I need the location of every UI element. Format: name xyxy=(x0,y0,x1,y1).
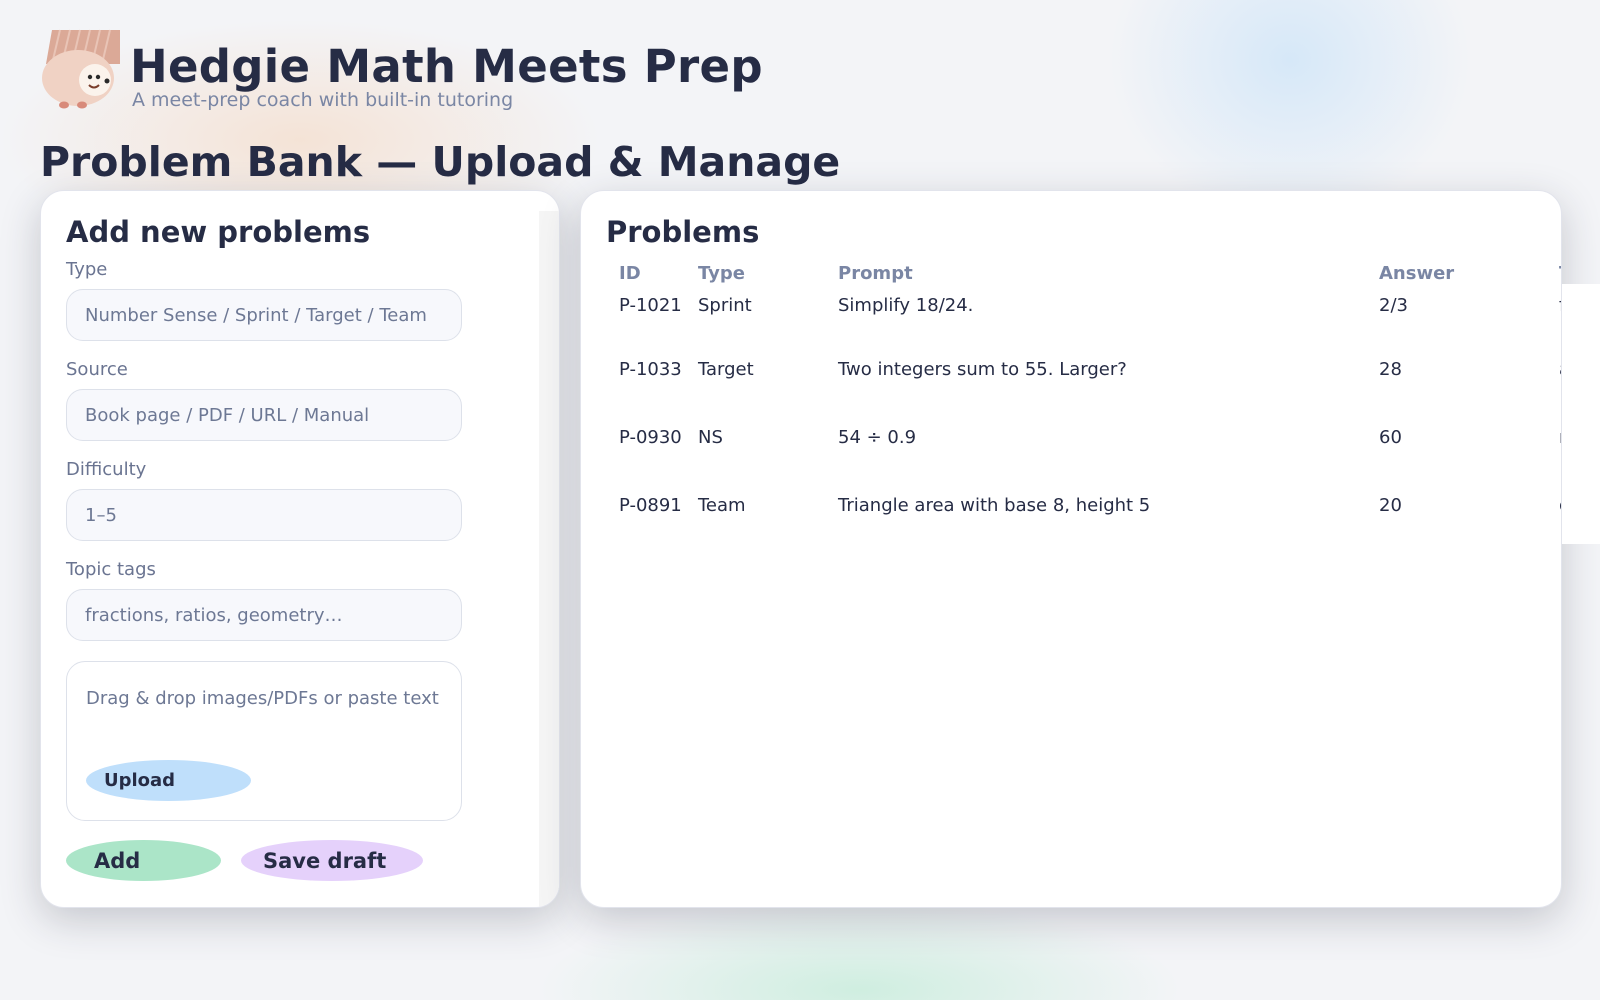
source-label: Source xyxy=(66,359,128,380)
cell-tags: algeb xyxy=(1547,355,1561,423)
cell-id: P-1021 xyxy=(619,295,682,316)
column-header-tags[interactable]: Tags xyxy=(1547,259,1561,287)
save-draft-button[interactable]: Save draft xyxy=(241,840,423,881)
table-row[interactable]: P-0930 NS 54 ÷ 0.9 60 ment xyxy=(607,423,1561,491)
cell-type: Target xyxy=(698,359,754,380)
upload-button[interactable]: Upload xyxy=(86,760,251,801)
column-header-prompt[interactable]: Prompt xyxy=(826,259,1367,287)
cell-type: Team xyxy=(698,495,746,516)
page-title: Problem Bank — Upload & Manage xyxy=(40,138,841,186)
source-input[interactable] xyxy=(66,389,462,441)
scrollbar[interactable] xyxy=(539,211,559,907)
cell-prompt: Two integers sum to 55. Larger? xyxy=(838,359,1127,380)
app-subtitle: A meet-prep coach with built-in tutoring xyxy=(132,89,514,111)
problems-table: ID Type Prompt Answer Tags P-1021 Sprint… xyxy=(607,259,1561,559)
add-problems-title: Add new problems xyxy=(66,215,371,249)
cell-prompt: Simplify 18/24. xyxy=(838,295,974,316)
type-label: Type xyxy=(66,259,108,280)
cell-tags: geon xyxy=(1547,491,1561,559)
cell-id: P-1033 xyxy=(619,359,682,380)
file-dropzone[interactable]: Drag & drop images/PDFs or paste text Up… xyxy=(66,661,462,821)
difficulty-input[interactable] xyxy=(66,489,462,541)
hedgehog-icon xyxy=(42,29,120,109)
cell-tags: ment xyxy=(1547,423,1561,491)
table-row[interactable]: P-1021 Sprint Simplify 18/24. 2/3 fract xyxy=(607,287,1561,355)
topic-tags-label: Topic tags xyxy=(66,559,156,580)
cell-id: P-0930 xyxy=(619,427,682,448)
problems-card: Problems ID Type Prompt Answer Tags P-10… xyxy=(580,190,1562,908)
column-header-type[interactable]: Type xyxy=(686,259,826,287)
cell-type: NS xyxy=(698,427,723,448)
add-problems-card: Add new problems Type Source Difficulty … xyxy=(40,190,560,908)
type-input[interactable] xyxy=(66,289,462,341)
difficulty-label: Difficulty xyxy=(66,459,147,480)
dropzone-text: Drag & drop images/PDFs or paste text xyxy=(86,688,439,709)
cell-answer: 2/3 xyxy=(1379,295,1408,316)
add-button[interactable]: Add xyxy=(66,840,221,881)
column-header-id[interactable]: ID xyxy=(607,259,686,287)
cell-id: P-0891 xyxy=(619,495,682,516)
table-row[interactable]: P-1033 Target Two integers sum to 55. La… xyxy=(607,355,1561,423)
table-overflow-strip xyxy=(1562,284,1600,544)
table-row[interactable]: P-0891 Team Triangle area with base 8, h… xyxy=(607,491,1561,559)
cell-answer: 60 xyxy=(1379,427,1402,448)
table-header-row: ID Type Prompt Answer Tags xyxy=(607,259,1561,287)
cell-type: Sprint xyxy=(698,295,752,316)
cell-tags: fract xyxy=(1547,287,1561,355)
problems-title: Problems xyxy=(606,215,760,249)
cell-answer: 28 xyxy=(1379,359,1402,380)
topic-tags-input[interactable] xyxy=(66,589,462,641)
cell-answer: 20 xyxy=(1379,495,1402,516)
column-header-answer[interactable]: Answer xyxy=(1367,259,1547,287)
cell-prompt: 54 ÷ 0.9 xyxy=(838,427,917,448)
app-title: Hedgie Math Meets Prep xyxy=(130,40,763,93)
cell-prompt: Triangle area with base 8, height 5 xyxy=(838,495,1151,516)
